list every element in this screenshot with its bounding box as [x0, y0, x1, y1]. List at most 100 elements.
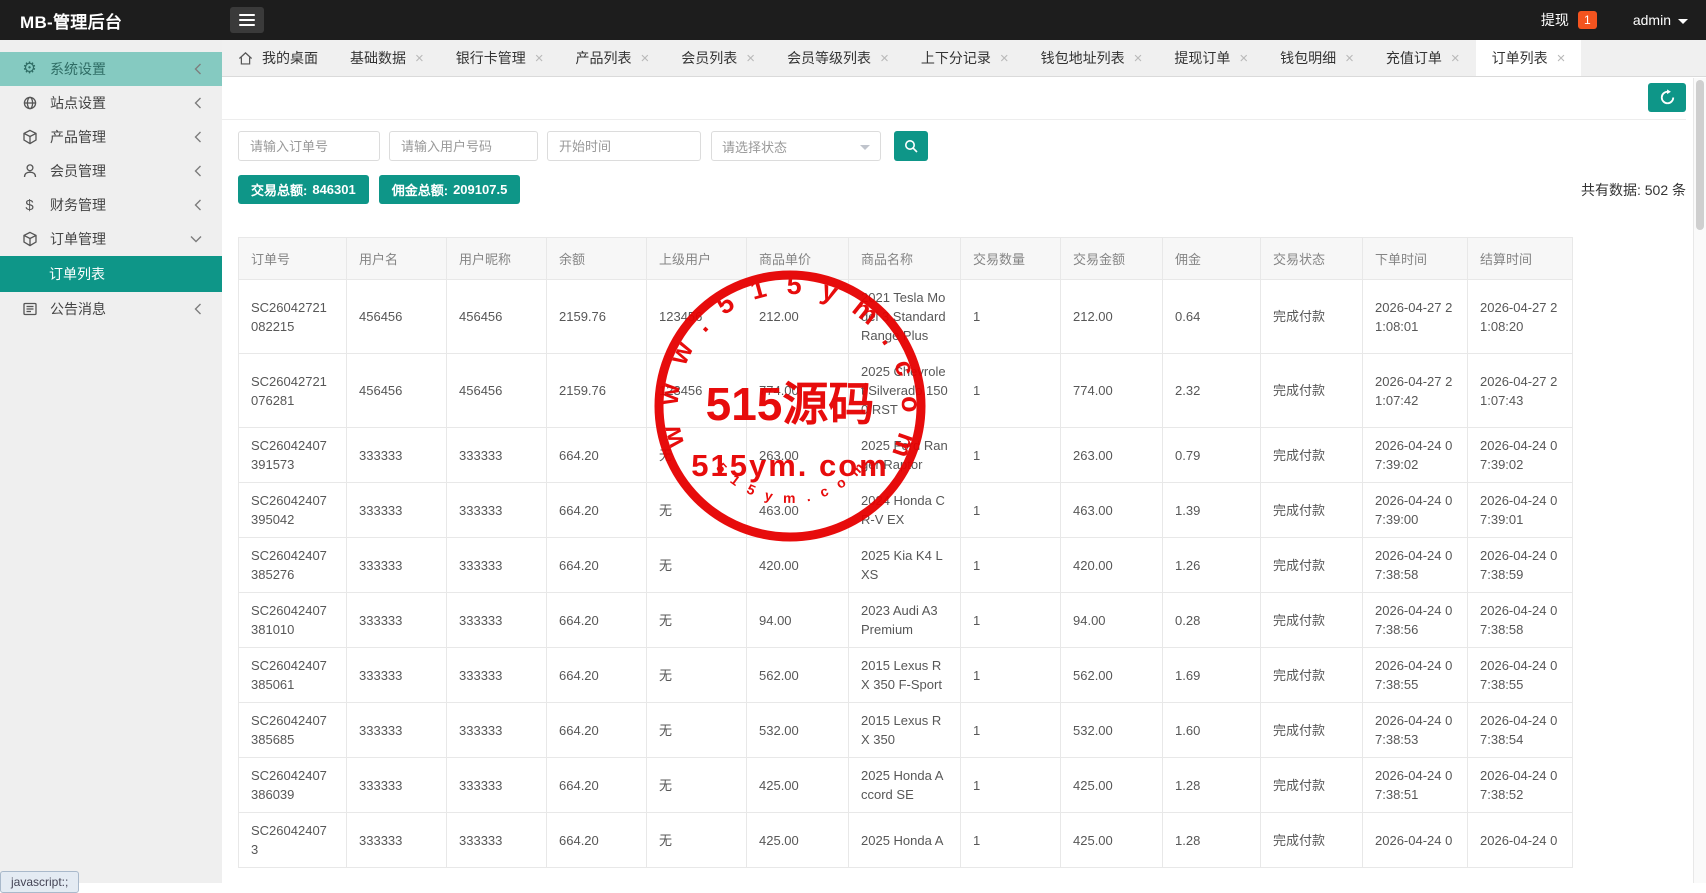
cell: 425.00: [747, 758, 849, 813]
cell: SC26042407385276: [239, 538, 347, 593]
cell: 333333: [347, 483, 447, 538]
scrollbar-thumb[interactable]: [1696, 80, 1704, 230]
cell: 1: [961, 703, 1061, 758]
withdraw-count-badge: 1: [1578, 11, 1597, 29]
user-number-input[interactable]: [389, 131, 538, 161]
close-icon[interactable]: ×: [880, 51, 889, 66]
tab[interactable]: 钱包明细×: [1264, 40, 1370, 76]
cell: 425.00: [747, 813, 849, 868]
cell: 2159.76: [547, 354, 647, 428]
table-row: SC26042407386039333333333333664.20无425.0…: [239, 758, 1573, 813]
cell: 333333: [447, 648, 547, 703]
close-icon[interactable]: ×: [641, 51, 650, 66]
tab[interactable]: 钱包地址列表×: [1025, 40, 1159, 76]
close-icon[interactable]: ×: [1557, 51, 1566, 66]
cell: 333333: [347, 758, 447, 813]
tab[interactable]: 会员列表×: [665, 40, 771, 76]
cell: 420.00: [1061, 538, 1163, 593]
tab-label: 我的桌面: [262, 48, 318, 68]
cell: 333333: [347, 593, 447, 648]
cell: 263.00: [1061, 428, 1163, 483]
status-select[interactable]: 请选择状态: [711, 131, 881, 161]
tab[interactable]: 充值订单×: [1370, 40, 1476, 76]
sidebar-item-label: 财务管理: [50, 195, 194, 215]
cell: 333333: [347, 648, 447, 703]
tab[interactable]: 会员等级列表×: [771, 40, 905, 76]
cell: 774.00: [747, 354, 849, 428]
tab[interactable]: 订单列表×: [1476, 40, 1582, 76]
withdraw-menu[interactable]: 提现 1: [1541, 10, 1597, 30]
close-icon[interactable]: ×: [415, 51, 424, 66]
close-icon[interactable]: ×: [1239, 51, 1248, 66]
cell: 463.00: [747, 483, 849, 538]
table-row: SC26042407381010333333333333664.20无94.00…: [239, 593, 1573, 648]
cell: 无: [647, 813, 747, 868]
column-header: 结算时间: [1468, 238, 1573, 280]
sidebar-item[interactable]: $财务管理: [0, 188, 222, 222]
close-icon[interactable]: ×: [1451, 51, 1460, 66]
close-icon[interactable]: ×: [535, 51, 544, 66]
cell: 2015 Lexus RX 350 F-Sport: [849, 648, 961, 703]
cell: 1: [961, 428, 1061, 483]
cell: 664.20: [547, 538, 647, 593]
cell: 2026-04-27 21:08:20: [1468, 280, 1573, 354]
cell: 2026-04-24 07:39:02: [1468, 428, 1573, 483]
cell: 2026-04-24 07:38:59: [1468, 538, 1573, 593]
cell: 0.79: [1163, 428, 1261, 483]
tab[interactable]: 我的桌面: [222, 40, 334, 76]
user-menu[interactable]: admin: [1633, 12, 1688, 28]
cell: 333333: [447, 758, 547, 813]
search-button[interactable]: [894, 131, 928, 161]
cell: 2025 Ford Ranger Raptor: [849, 428, 961, 483]
table-row: SC26042407385685333333333333664.20无532.0…: [239, 703, 1573, 758]
tab-label: 提现订单: [1174, 48, 1230, 68]
hamburger-icon[interactable]: [230, 7, 264, 33]
cell: SC26042407386039: [239, 758, 347, 813]
gear-icon: ⚙: [20, 60, 39, 79]
sidebar-item[interactable]: 产品管理: [0, 120, 222, 154]
vertical-scrollbar: [1693, 78, 1706, 883]
refresh-button[interactable]: [1648, 83, 1686, 112]
cell: 2026-04-27 21:07:42: [1363, 354, 1468, 428]
cell: 2026-04-24 07:38:52: [1468, 758, 1573, 813]
tab[interactable]: 上下分记录×: [905, 40, 1025, 76]
cell: 123456: [647, 354, 747, 428]
caret-down-icon: [1678, 19, 1688, 24]
cell: 完成付款: [1261, 758, 1363, 813]
close-icon[interactable]: ×: [1000, 51, 1009, 66]
sidebar-item[interactable]: ⚙系统设置: [0, 52, 222, 86]
tab[interactable]: 产品列表×: [560, 40, 666, 76]
sidebar-item[interactable]: 站点设置: [0, 86, 222, 120]
order-no-input[interactable]: [238, 131, 380, 161]
close-icon[interactable]: ×: [746, 51, 755, 66]
sidebar-item-label: 站点设置: [50, 93, 194, 113]
cell: 94.00: [747, 593, 849, 648]
tab[interactable]: 提现订单 ×: [1158, 40, 1264, 76]
orders-table: 订单号用户名用户昵称余额上级用户商品单价商品名称交易数量交易金额佣金交易状态下单…: [238, 237, 1573, 868]
cell: 2026-04-24 07:39:00: [1363, 483, 1468, 538]
user-name: admin: [1633, 12, 1671, 28]
cell: SC26042407381010: [239, 593, 347, 648]
cell: 333333: [447, 538, 547, 593]
cell: 1.28: [1163, 813, 1261, 868]
table-row: SC26042407395042333333333333664.20无463.0…: [239, 483, 1573, 538]
tab[interactable]: 基础数据×: [334, 40, 440, 76]
cell: 774.00: [1061, 354, 1163, 428]
cell: 无: [647, 648, 747, 703]
close-icon[interactable]: ×: [1134, 51, 1143, 66]
commission-total-value: 209107.5: [453, 182, 507, 197]
cell: 2025 Kia K4 LXS: [849, 538, 961, 593]
start-time-input[interactable]: [547, 131, 701, 161]
sidebar-subitem-order-list[interactable]: 订单列表: [0, 256, 222, 292]
trade-total-badge: 交易总额: 846301: [238, 175, 369, 204]
cell: 1: [961, 538, 1061, 593]
cell: 完成付款: [1261, 813, 1363, 868]
sidebar-item[interactable]: 公告消息: [0, 292, 222, 326]
cell: 2026-04-24 07:38:53: [1363, 703, 1468, 758]
sidebar-item[interactable]: 会员管理: [0, 154, 222, 188]
cell: 333333: [347, 538, 447, 593]
tab[interactable]: 银行卡管理×: [440, 40, 560, 76]
sidebar-item[interactable]: 订单管理: [0, 222, 222, 256]
close-icon[interactable]: ×: [1345, 51, 1354, 66]
cell: 664.20: [547, 593, 647, 648]
